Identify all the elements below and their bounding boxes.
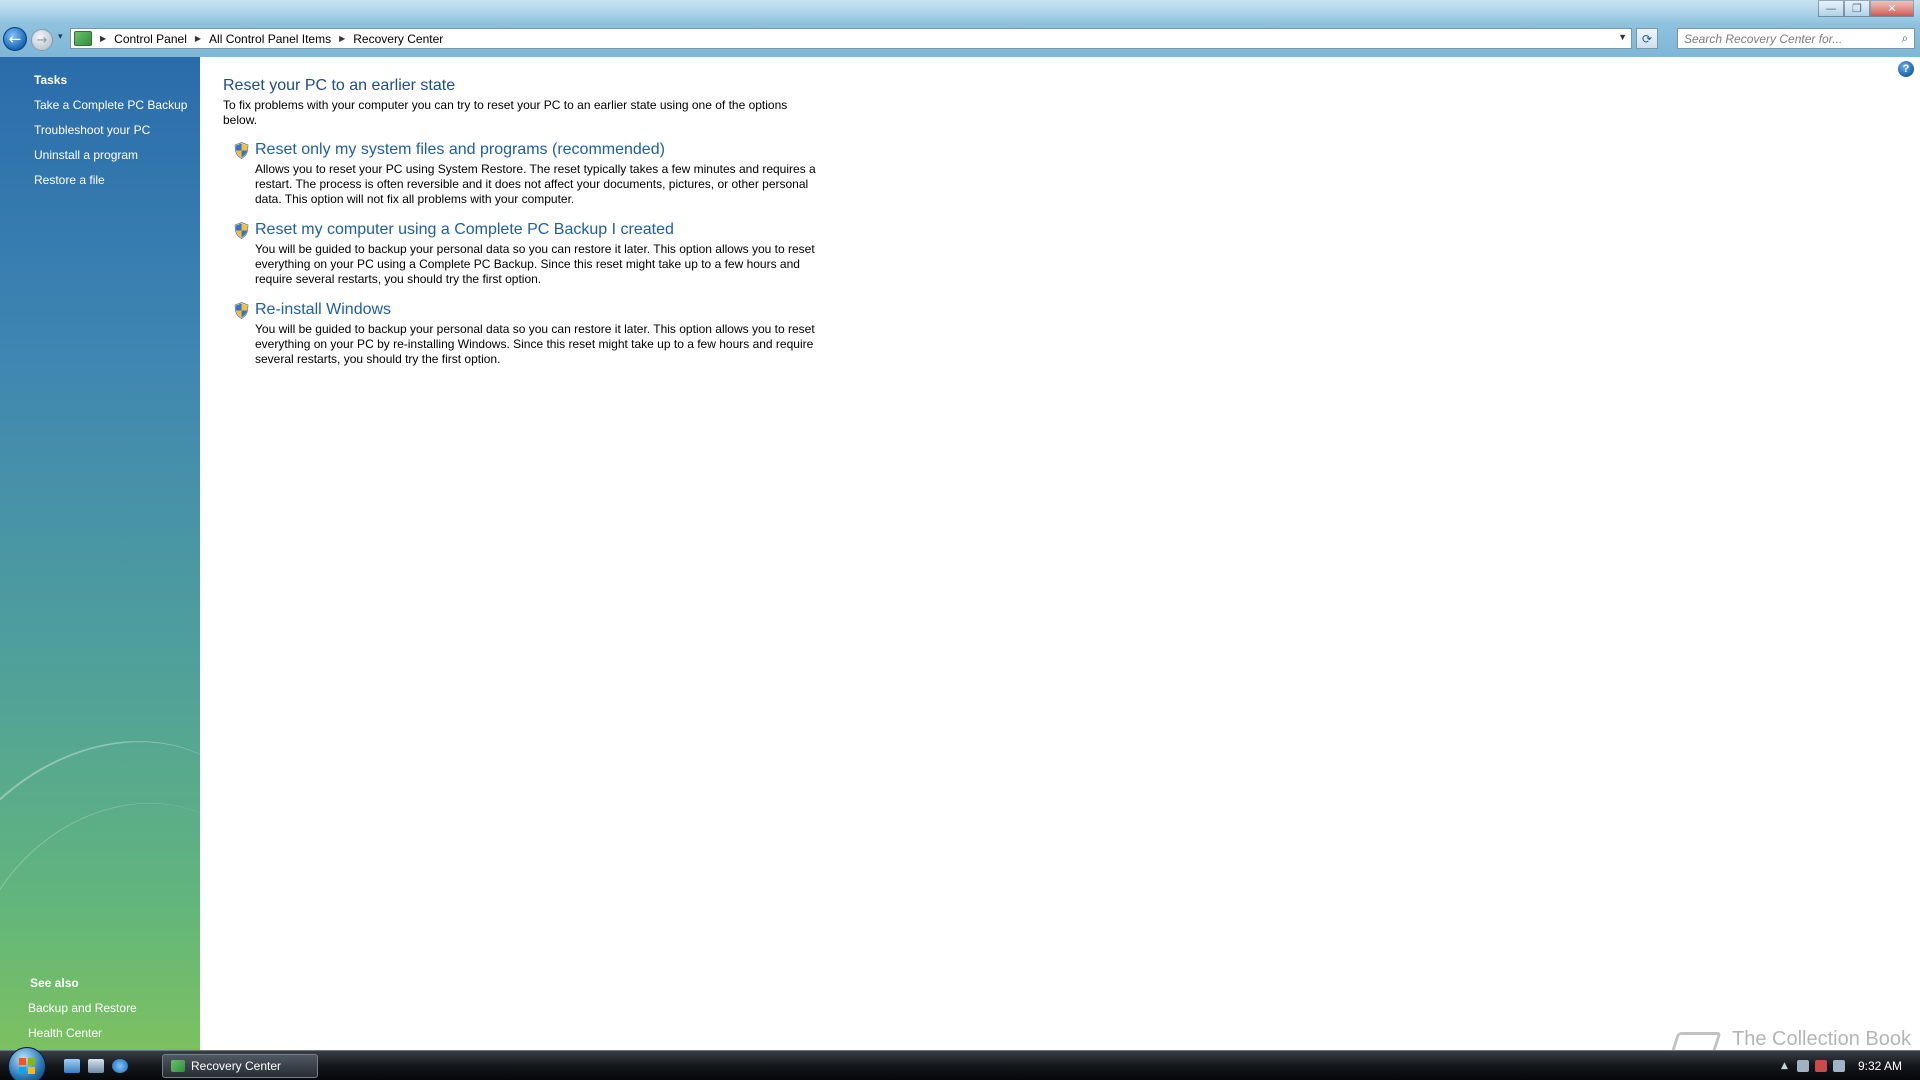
window-controls: — ❐ ✕ [1818, 0, 1914, 17]
recent-pages-dropdown[interactable]: ▾ [58, 32, 63, 42]
address-bar[interactable]: ▶ Control Panel ▶ All Control Panel Item… [70, 28, 1632, 49]
refresh-button[interactable]: ⟳ [1636, 28, 1658, 49]
uac-shield-icon [234, 302, 249, 319]
chevron-right-icon[interactable]: ▶ [339, 34, 345, 43]
uac-shield-icon [234, 142, 249, 159]
chevron-right-icon[interactable]: ▶ [195, 34, 201, 43]
internet-explorer-icon[interactable] [112, 1059, 128, 1073]
maximize-button[interactable]: ❐ [1844, 0, 1870, 17]
uninstall-program-link[interactable]: Uninstall a program [34, 148, 138, 162]
taskbar-button-label: Recovery Center [191, 1059, 282, 1073]
clock[interactable]: 9:32 AM [1858, 1059, 1902, 1073]
window-titlebar: — ❐ ✕ ← → ▾ ▶ Control Panel ▶ All Contro… [0, 0, 1920, 57]
control-panel-icon [171, 1060, 185, 1072]
network-icon[interactable] [1796, 1060, 1809, 1072]
help-icon[interactable]: ? [1898, 61, 1914, 77]
search-input[interactable] [1678, 29, 1896, 48]
forward-button[interactable]: → [31, 29, 53, 51]
health-center-link[interactable]: Health Center [28, 1026, 102, 1040]
show-desktop-icon[interactable] [64, 1059, 80, 1073]
page-title: Reset your PC to an earlier state [223, 77, 456, 94]
security-alert-icon[interactable] [1814, 1060, 1827, 1072]
reset-system-files-description: Allows you to reset your PC using System… [255, 162, 816, 206]
main-content: ? Reset your PC to an earlier state To f… [200, 57, 1920, 1050]
take-complete-pc-backup-link[interactable]: Take a Complete PC Backup [34, 98, 187, 112]
reset-complete-backup-description: You will be guided to backup your person… [255, 242, 815, 286]
see-also-heading: See also [30, 976, 79, 990]
task-pane: Tasks Take a Complete PC Backup Troubles… [0, 57, 200, 1050]
taskbar: Recovery Center ▲ 9:32 AM [0, 1047, 1920, 1080]
restore-file-link[interactable]: Restore a file [34, 173, 105, 187]
backup-and-restore-link[interactable]: Backup and Restore [28, 1001, 137, 1015]
navigation-bar: ← → ▾ ▶ Control Panel ▶ All Control Pane… [0, 25, 1920, 51]
watermark-text: The Collection Book [1732, 1028, 1911, 1050]
breadcrumb-recovery-center[interactable]: Recovery Center [353, 32, 443, 46]
chevron-down-icon[interactable]: ▼ [1618, 32, 1627, 42]
page-description: To fix problems with your computer you c… [223, 98, 788, 127]
volume-icon[interactable] [1832, 1060, 1845, 1072]
breadcrumb-control-panel[interactable]: Control Panel [114, 32, 187, 46]
control-panel-icon [74, 31, 92, 46]
uac-shield-icon [234, 222, 249, 239]
reset-complete-backup-link[interactable]: Reset my computer using a Complete PC Ba… [255, 221, 674, 239]
taskbar-button-recovery-center[interactable]: Recovery Center [162, 1054, 318, 1078]
minimize-button[interactable]: — [1818, 0, 1844, 17]
back-button[interactable]: ← [3, 27, 27, 51]
reset-system-files-link[interactable]: Reset only my system files and programs … [255, 141, 665, 159]
start-button[interactable] [8, 1047, 46, 1080]
search-box: ⌕ [1677, 28, 1915, 49]
system-tray: ▲ 9:32 AM [1781, 1051, 1920, 1080]
switch-windows-icon[interactable] [88, 1059, 104, 1073]
reinstall-windows-description: You will be guided to backup your person… [255, 322, 815, 366]
breadcrumb-all-items[interactable]: All Control Panel Items [209, 32, 331, 46]
tasks-heading: Tasks [34, 73, 68, 87]
troubleshoot-pc-link[interactable]: Troubleshoot your PC [34, 123, 150, 137]
chevron-right-icon[interactable]: ▶ [100, 34, 106, 43]
chevron-up-icon[interactable]: ▲ [1781, 1061, 1788, 1071]
reinstall-windows-link[interactable]: Re-install Windows [255, 301, 391, 319]
close-button[interactable]: ✕ [1870, 0, 1914, 17]
search-icon[interactable]: ⌕ [1896, 31, 1914, 46]
